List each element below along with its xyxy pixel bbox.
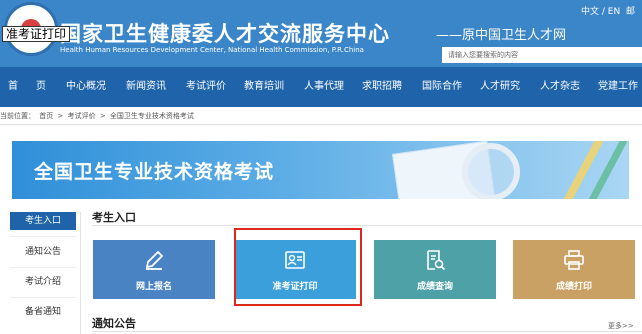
page: 国家卫生健康委人才交流服务中心 Health Human Resources D… (0, 0, 642, 334)
sidebar-item-province-notices[interactable]: 备省通知 (10, 303, 76, 321)
banner-magnifier-graphic (462, 143, 520, 199)
page-banner: 全国卫生专业技术资格考试 (12, 141, 629, 199)
sidebar-item-candidate-entry[interactable]: 考生入口 (10, 212, 76, 230)
sidebar-item-notices[interactable]: 通知公告 (10, 243, 76, 261)
site-former-name: ——原中国卫生人才网 (436, 28, 567, 43)
language-switch[interactable]: 中文 / EN (581, 4, 620, 17)
online-registration-button[interactable]: 网上报名 (93, 240, 215, 299)
score-print-label: 成绩打印 (555, 282, 592, 292)
score-query-label: 成绩查询 (416, 282, 453, 292)
nav-item-about[interactable]: 中心概况 (66, 67, 106, 107)
nav-item-research[interactable]: 人才研究 (480, 67, 520, 107)
nav-item-training[interactable]: 教育培训 (244, 67, 284, 107)
nav-item-exams[interactable]: 考试评价 (186, 67, 226, 107)
nav-item-international[interactable]: 国际合作 (422, 67, 462, 107)
sidebar-item-exam-intro[interactable]: 考试介绍 (10, 273, 76, 291)
printer-icon (564, 250, 584, 270)
divider (92, 225, 642, 226)
online-registration-label: 网上报名 (135, 282, 172, 292)
site-header: 国家卫生健康委人才交流服务中心 Health Human Resources D… (0, 0, 642, 67)
nav-item-hr-agency[interactable]: 人事代理 (304, 67, 344, 107)
breadcrumb-home[interactable]: 首页 (39, 112, 53, 120)
nav-item-home-2[interactable]: 页 (36, 67, 46, 107)
score-query-button[interactable]: 成绩查询 (374, 240, 496, 299)
pencil-icon (145, 250, 164, 270)
section-title-candidate-entry: 考生入口 (92, 211, 136, 224)
nav-item-magazine[interactable]: 人才杂志 (540, 67, 580, 107)
nav-item-home-1[interactable]: 首 (8, 67, 18, 107)
divider (0, 124, 642, 125)
site-title: 国家卫生健康委人才交流服务中心 (60, 22, 390, 46)
divider (80, 212, 81, 334)
tooltip: 准考证打印 (2, 26, 71, 42)
breadcrumb-exams[interactable]: 考试评价 (68, 112, 96, 120)
breadcrumb-separator: > (99, 112, 106, 120)
section-title-notices: 通知公告 (92, 317, 136, 330)
nav-item-news[interactable]: 新闻资讯 (126, 67, 166, 107)
breadcrumb: 当前位置： 首页 > 考试评价 > 全国卫生专业技术资格考试 (0, 111, 196, 121)
divider (92, 331, 642, 332)
more-link[interactable]: 更多>> (608, 321, 634, 331)
banner-title: 全国卫生专业技术资格考试 (34, 161, 275, 183)
site-subtitle: Health Human Resources Development Cente… (60, 46, 364, 54)
mail-link[interactable]: 邮 (626, 4, 635, 17)
score-print-button[interactable]: 成绩打印 (513, 240, 635, 299)
nav-item-party[interactable]: 党建工作 (598, 67, 638, 107)
divider (10, 297, 76, 298)
breadcrumb-label: 当前位置： (0, 112, 35, 120)
search-document-icon (427, 250, 446, 271)
search-input[interactable] (442, 47, 642, 63)
divider (10, 267, 76, 268)
divider (10, 236, 76, 237)
main-nav: 首 页 中心概况 新闻资讯 考试评价 教育培训 人事代理 求职招聘 国际合作 人… (0, 67, 642, 107)
breadcrumb-separator: > (57, 112, 64, 120)
highlight-box (234, 228, 362, 306)
breadcrumb-current: 全国卫生专业技术资格考试 (109, 112, 194, 120)
nav-item-jobs[interactable]: 求职招聘 (362, 67, 402, 107)
